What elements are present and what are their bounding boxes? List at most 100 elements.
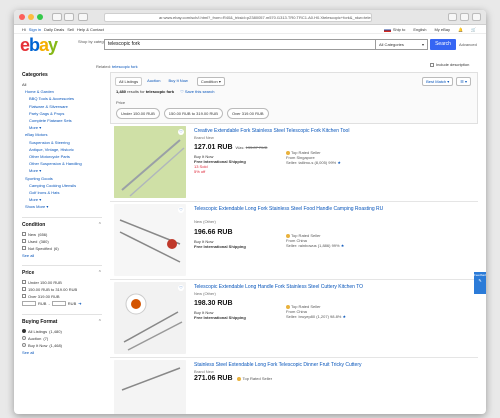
condition-dropdown[interactable]: Condition ▾ [196,77,225,86]
back-button[interactable] [52,13,62,21]
price-option[interactable]: Over 319.00 RUB [22,293,102,300]
ship-to[interactable]: Ship to [383,27,405,32]
category-link[interactable]: Other Motorcycle Parts [22,153,102,160]
category-link[interactable]: Party Gags & Props [22,110,102,117]
category-link[interactable]: Complete Flatware Sets [22,117,102,124]
category-link[interactable]: Flatware & Silverware [22,103,102,110]
include-description-checkbox[interactable] [430,62,434,67]
minimize-window-button[interactable] [28,14,34,20]
listing-title[interactable]: Creative Extendable Fork Stainless Steel… [194,128,394,134]
listing-image[interactable] [114,360,186,414]
condition-option[interactable]: Not Specified (6) [22,245,102,252]
listing-item[interactable]: ♡ Telescopic Extendable Long Handle Fork… [110,280,478,358]
price-checkbox[interactable] [22,294,26,299]
listing-image[interactable] [114,126,186,198]
buying-option[interactable]: All Listings (1,480) [22,328,102,335]
chevron-up-icon[interactable]: ⌃ [98,319,102,325]
max-price-input[interactable] [51,301,66,307]
listing-image[interactable] [114,204,186,276]
listing-title[interactable]: Stainless Steel Extendable Long Fork Tel… [194,362,394,368]
watch-heart-icon[interactable]: ♡ [178,285,184,291]
buying-option[interactable]: Buy It Now (1,468) [22,342,102,349]
forward-button[interactable] [64,13,74,21]
close-window-button[interactable] [19,14,25,20]
address-bar[interactable]: ar.www.ebay.com/sch/i.html?_from=R40&_tr… [104,13,372,22]
category-link[interactable]: eBay Motors [22,131,102,138]
listing-image[interactable] [114,282,186,354]
my-ebay-link[interactable]: My eBay [434,27,450,32]
category-link[interactable]: All [22,81,102,88]
ebay-logo[interactable]: ebay [20,36,58,54]
category-link[interactable]: Sporting Goods [22,175,102,182]
listing-title[interactable]: Telescopic Extendable Long Handle Fork S… [194,284,394,290]
buying-see-all-link[interactable]: See all [22,349,102,356]
category-link[interactable]: Other Suspension & Handling [22,160,102,167]
price-pill[interactable]: 150.00 RUB to 319.00 RUB [163,108,223,119]
condition-option[interactable]: Used (380) [22,238,102,245]
buying-radio[interactable] [22,336,26,341]
category-link[interactable]: More ▾ [22,196,102,203]
category-link[interactable]: Home & Garden [22,88,102,95]
buying-radio[interactable] [22,343,26,348]
buying-option[interactable]: Auction (7) [22,335,102,342]
watch-heart-icon[interactable]: ♡ [178,129,184,135]
submit-price-arrow-icon[interactable]: ➔ [78,300,81,308]
tab-auction[interactable]: Auction [144,77,163,86]
view-toggle[interactable]: ☰ ▾ [456,77,471,86]
category-link[interactable]: Golf Irons & Hats [22,189,102,196]
search-input[interactable]: telescopic fork [104,39,376,50]
buying-radio[interactable] [22,329,26,334]
include-description[interactable]: Include description [430,62,469,67]
price-checkbox[interactable] [22,280,26,285]
signin-link[interactable]: Sign in [29,27,41,32]
feedback-tab[interactable]: Feedback ✎ [474,272,486,294]
tab-buy-it-now[interactable]: Buy It Now [165,77,190,86]
category-link[interactable]: Show More ▾ [22,203,102,210]
sort-dropdown[interactable]: Best Match ▾ [422,77,454,86]
listing-item[interactable]: Stainless Steel Extendable Long Fork Tel… [110,358,478,414]
save-search-link[interactable]: ♡ Save this search [180,89,214,94]
language-selector[interactable]: English [413,27,426,32]
share-icon[interactable] [448,13,457,21]
category-link[interactable]: Antique, Vintage, Historic [22,146,102,153]
condition-option[interactable]: New (656) [22,231,102,238]
zoom-window-button[interactable] [37,14,43,20]
condition-checkbox[interactable] [22,239,26,244]
star-icon: ★ [337,160,341,165]
tab-all-listings[interactable]: All Listings [115,77,143,86]
condition-checkbox[interactable] [22,246,26,251]
category-link[interactable]: More ▾ [22,124,102,131]
category-select[interactable]: All Categories ▾ [376,39,428,50]
category-link[interactable]: Suspension & Steering [22,139,102,146]
price-checkbox[interactable] [22,287,26,292]
price-option[interactable]: Under 150.00 RUB [22,279,102,286]
listing-title[interactable]: Telescopic Extendable Long Fork Stainles… [194,206,394,212]
related-term-link[interactable]: telescopic fork [112,64,138,69]
listing-item[interactable]: ♡ Telescopic Extendable Long Fork Stainl… [110,202,478,280]
was-price: Was: 135.87 RUB [236,145,268,150]
category-link[interactable]: Camping Cooking Utensils [22,182,102,189]
category-link[interactable]: More ▾ [22,167,102,174]
condition-see-all-link[interactable]: See all [22,252,102,259]
advanced-search-link[interactable]: Advanced [459,42,477,47]
new-tab-icon[interactable] [472,13,481,21]
tabs-icon[interactable] [460,13,469,21]
chevron-up-icon[interactable]: ⌃ [98,222,102,228]
price-pill[interactable]: Under 150.00 RUB [116,108,160,119]
watch-heart-icon[interactable]: ♡ [178,207,184,213]
listing-item[interactable]: ♡ Creative Extendable Fork Stainless Ste… [110,124,478,202]
nav-link-daily-deals[interactable]: Daily Deals [44,27,64,32]
search-button[interactable]: Search [430,39,456,50]
chevron-up-icon[interactable]: ⌃ [98,270,102,276]
sidebar-toggle-button[interactable] [78,13,88,21]
nav-link-sell[interactable]: Sell [67,27,74,32]
price-pill[interactable]: Over 319.00 RUB [226,108,269,119]
category-link[interactable]: BBQ Tools & Accessories [22,95,102,102]
cart-icon[interactable]: 🛒 [471,27,476,32]
price-option[interactable]: 150.00 RUB to 319.00 RUB [22,286,102,293]
nav-link-help[interactable]: Help & Contact [77,27,104,32]
notification-bell-icon[interactable]: 🔔 [458,27,463,32]
condition-checkbox[interactable] [22,232,26,237]
min-price-input[interactable] [22,301,36,307]
top-rated-badge: Top Rated Seller [242,376,273,381]
